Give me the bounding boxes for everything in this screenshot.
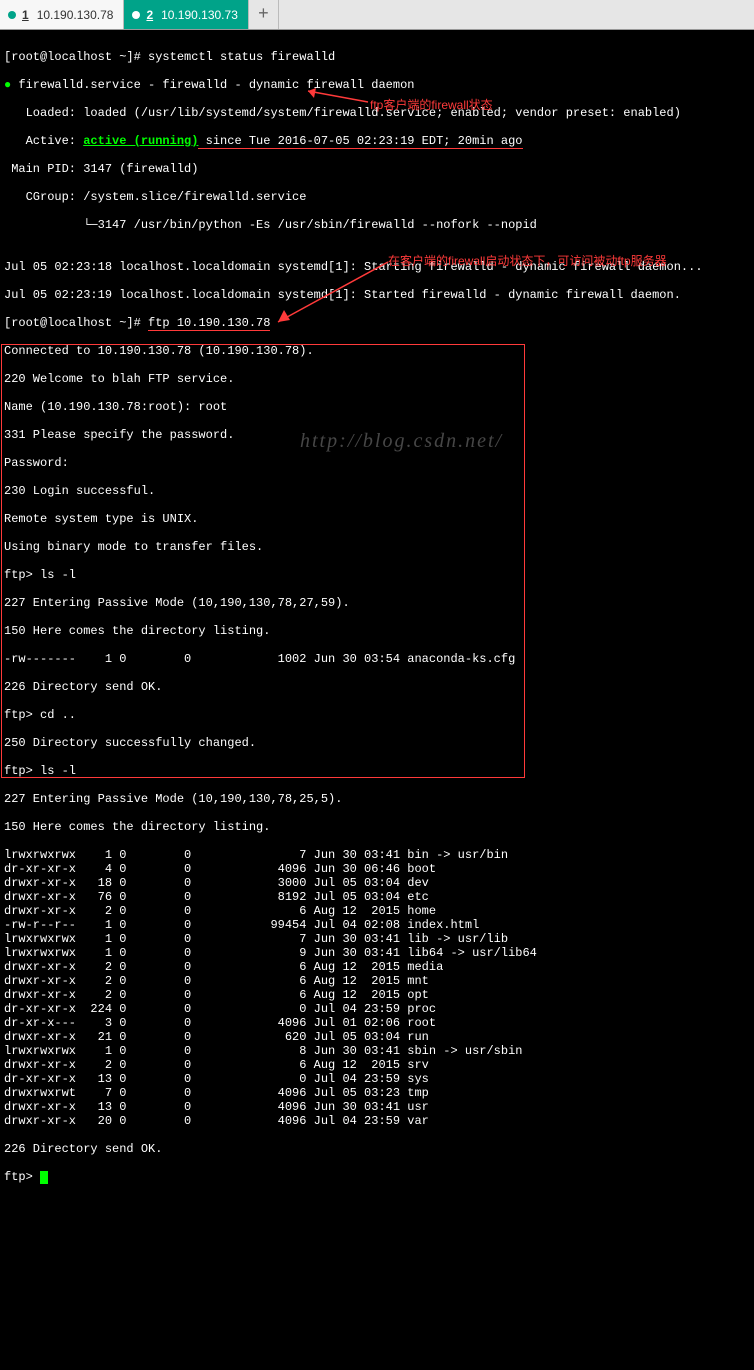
listing-row: drwxr-xr-x 21 0 0 620 Jul 05 03:04 run — [4, 1030, 750, 1044]
listing-row: dr-xr-xr-x 13 0 0 0 Jul 04 23:59 sys — [4, 1072, 750, 1086]
listing-row: -rw-r--r-- 1 0 0 99454 Jul 04 02:08 inde… — [4, 918, 750, 932]
watermark: http://blog.csdn.net/ — [300, 434, 503, 448]
tab-label: 10.190.130.78 — [37, 8, 114, 22]
output-line: Main PID: 3147 (firewalld) — [4, 162, 750, 176]
new-tab-button[interactable]: + — [249, 0, 279, 29]
listing-row: drwxr-xr-x 18 0 0 3000 Jul 05 03:04 dev — [4, 876, 750, 890]
listing-row: lrwxrwxrwx 1 0 0 7 Jun 30 03:41 bin -> u… — [4, 848, 750, 862]
output-line: Loaded: loaded (/usr/lib/systemd/system/… — [4, 106, 750, 120]
listing-row: dr-xr-xr-x 224 0 0 0 Jul 04 23:59 proc — [4, 1002, 750, 1016]
shell-prompt: [root@localhost ~]# — [4, 50, 148, 64]
listing-row: lrwxrwxrwx 1 0 0 7 Jun 30 03:41 lib -> u… — [4, 932, 750, 946]
status-dot-icon — [132, 11, 140, 19]
output-line: since Tue 2016-07-05 02:23:19 EDT; 20min… — [198, 134, 522, 149]
terminal[interactable]: [root@localhost ~]# systemctl status fir… — [0, 30, 754, 1370]
status-dot-icon — [8, 11, 16, 19]
highlight-box — [1, 344, 525, 778]
listing-row: drwxr-xr-x 2 0 0 6 Aug 12 2015 home — [4, 904, 750, 918]
command: ftp 10.190.130.78 — [148, 316, 270, 331]
ftp-prompt: ftp> — [4, 1170, 40, 1184]
listing-row: drwxr-xr-x 2 0 0 6 Aug 12 2015 srv — [4, 1058, 750, 1072]
cursor — [40, 1171, 48, 1184]
output-line: 150 Here comes the directory listing. — [4, 820, 750, 834]
output-line: 226 Directory send OK. — [4, 1142, 750, 1156]
listing-row: drwxr-xr-x 20 0 0 4096 Jul 04 23:59 var — [4, 1114, 750, 1128]
listing-row: drwxr-xr-x 2 0 0 6 Aug 12 2015 media — [4, 960, 750, 974]
tab-2[interactable]: 2 10.190.130.73 — [124, 0, 248, 29]
plus-icon: + — [258, 5, 269, 25]
listing-row: drwxr-xr-x 13 0 0 4096 Jun 30 03:41 usr — [4, 1100, 750, 1114]
shell-prompt: [root@localhost ~]# — [4, 316, 148, 330]
output-line: CGroup: /system.slice/firewalld.service — [4, 190, 750, 204]
tab-1[interactable]: 1 10.190.130.78 — [0, 0, 124, 29]
listing-row: drwxrwxrwt 7 0 0 4096 Jul 05 03:23 tmp — [4, 1086, 750, 1100]
listing-row: drwxr-xr-x 2 0 0 6 Aug 12 2015 mnt — [4, 974, 750, 988]
listing-row: lrwxrwxrwx 1 0 0 8 Jun 30 03:41 sbin -> … — [4, 1044, 750, 1058]
tab-number: 1 — [22, 8, 29, 22]
listing-row: dr-xr-x--- 3 0 0 4096 Jul 01 02:06 root — [4, 1016, 750, 1030]
command: systemctl status firewalld — [148, 50, 335, 64]
arrow-icon — [300, 88, 370, 110]
listing-row: drwxr-xr-x 2 0 0 6 Aug 12 2015 opt — [4, 988, 750, 1002]
listing-row: drwxr-xr-x 76 0 0 8192 Jul 05 03:04 etc — [4, 890, 750, 904]
listing-row: dr-xr-xr-x 4 0 0 4096 Jun 30 06:46 boot — [4, 862, 750, 876]
tab-number: 2 — [146, 8, 153, 22]
tab-bar: 1 10.190.130.78 2 10.190.130.73 + — [0, 0, 754, 30]
arrow-icon — [270, 260, 390, 330]
active-status: active (running) — [83, 134, 198, 148]
listing-row: lrwxrwxrwx 1 0 0 9 Jun 30 03:41 lib64 ->… — [4, 946, 750, 960]
tab-label: 10.190.130.73 — [161, 8, 238, 22]
output-line: 227 Entering Passive Mode (10,190,130,78… — [4, 792, 750, 806]
output-line: └─3147 /usr/bin/python -Es /usr/sbin/fir… — [4, 218, 750, 232]
output-line: Active: — [4, 134, 83, 148]
